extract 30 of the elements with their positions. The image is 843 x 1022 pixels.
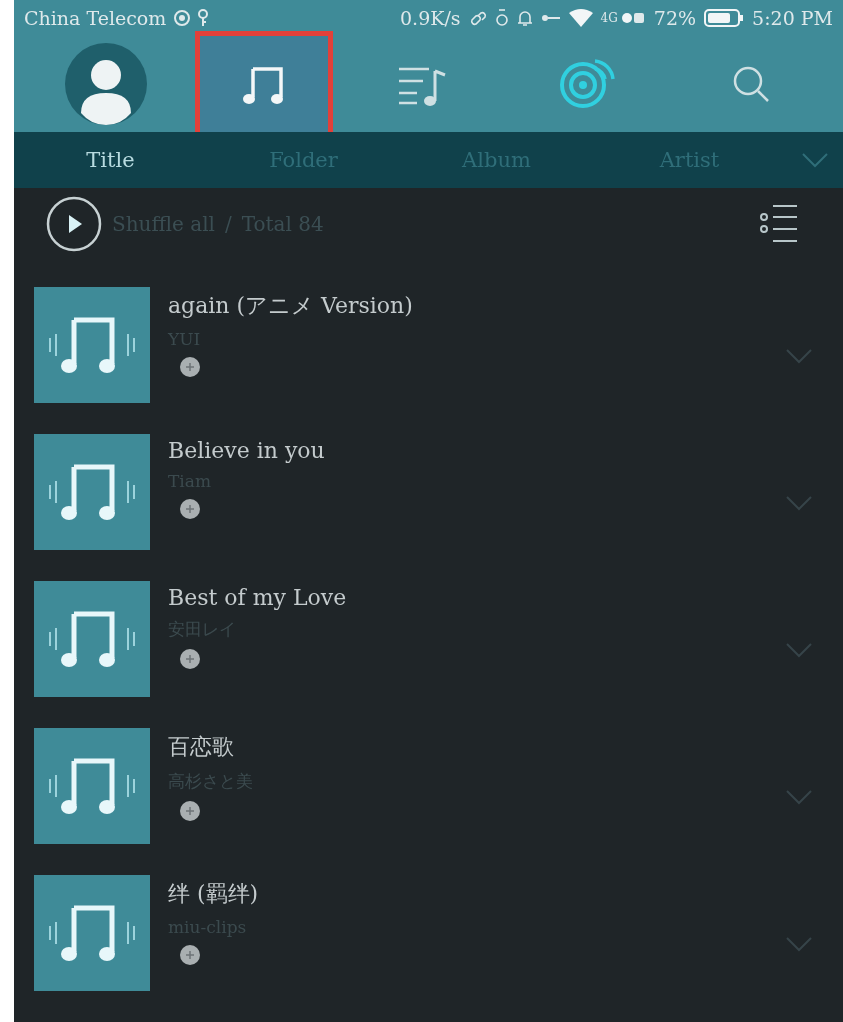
battery-percent: 72% — [653, 7, 697, 29]
app-notification-icon — [174, 9, 191, 27]
link-icon — [468, 9, 487, 27]
signal-icon — [621, 11, 646, 25]
category-tab[interactable]: Title — [14, 138, 207, 182]
add-icon[interactable] — [180, 649, 200, 669]
add-icon[interactable] — [180, 945, 200, 965]
radio-disc-icon — [558, 58, 615, 109]
network-speed: 0.9K/s — [400, 7, 461, 29]
network-type: 4G — [600, 11, 618, 25]
song-title: Best of my Love — [168, 585, 348, 610]
add-icon[interactable] — [180, 801, 200, 821]
battery-icon — [704, 9, 745, 27]
bell-icon — [516, 9, 533, 27]
add-icon[interactable] — [180, 499, 200, 519]
key-icon — [198, 9, 209, 27]
clock-time: 5:20 PM — [752, 7, 833, 29]
song-title: 绊 (羁绊) — [168, 880, 260, 908]
song-title: again (アニメ Version) — [168, 292, 414, 320]
wifi-icon — [568, 9, 593, 27]
key-icon — [540, 13, 561, 23]
list-options-icon[interactable] — [759, 204, 799, 245]
song-title: Believe in you — [168, 438, 326, 463]
carrier-name: China Telecom — [24, 7, 167, 29]
separator-text: / — [225, 212, 232, 237]
alarm-icon — [494, 8, 509, 28]
song-title: 百恋歌 — [168, 733, 235, 761]
avatar-icon — [65, 42, 148, 125]
add-icon[interactable] — [180, 357, 200, 377]
play-button-icon[interactable] — [46, 196, 102, 253]
